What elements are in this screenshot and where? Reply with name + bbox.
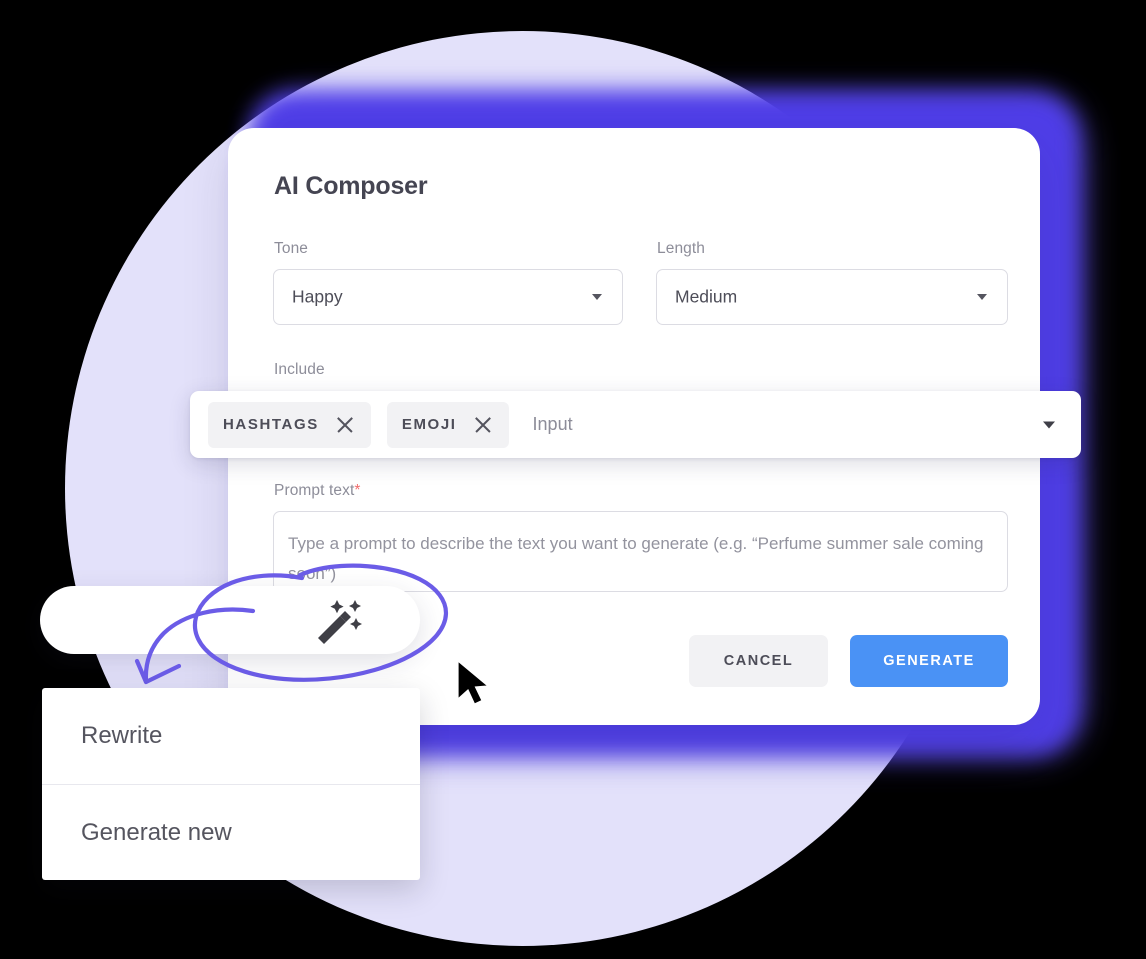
tone-label: Tone [274,240,309,257]
length-select[interactable]: Medium [656,269,1008,325]
close-icon[interactable] [472,414,494,436]
tag-input-placeholder: Input [532,414,573,434]
screenshot-stage: AI Composer Tone Happy Length Medium Inc… [0,0,1146,959]
length-value: Medium [675,286,738,307]
tag-chip-label: EMOJI [401,416,457,433]
generate-button[interactable]: GENERATE [850,635,1008,687]
chevron-down-icon[interactable] [1043,421,1055,428]
chevron-down-icon [592,294,602,300]
tone-value: Happy [292,286,343,307]
tag-chip-emoji[interactable]: EMOJI [386,401,509,448]
chevron-down-icon [977,294,987,300]
prompt-text-label-text: Prompt text [274,482,355,499]
length-label: Length [657,240,706,257]
cancel-button[interactable]: CANCEL [689,635,828,687]
required-asterisk: * [354,482,361,499]
tag-chip-label: HASHTAGS [223,416,319,433]
context-menu[interactable]: Rewrite Generate new [42,688,420,880]
close-icon[interactable] [334,414,356,436]
tag-chip-hashtags[interactable]: HASHTAGS [208,401,371,448]
mouse-pointer-icon [455,659,495,709]
prompt-placeholder: Type a prompt to describe the text you w… [288,534,984,583]
include-label: Include [274,361,325,378]
include-tag-input[interactable]: HASHTAGS EMOJI Input [190,391,1081,458]
menu-item-generate-new[interactable]: Generate new [42,785,420,881]
prompt-text-label: Prompt text* [274,482,361,500]
tone-select[interactable]: Happy [273,269,623,325]
page-title: AI Composer [274,172,428,200]
menu-item-rewrite[interactable]: Rewrite [42,688,420,784]
prompt-textarea[interactable]: Type a prompt to describe the text you w… [273,511,1008,592]
magic-wand-icon[interactable] [310,594,364,646]
